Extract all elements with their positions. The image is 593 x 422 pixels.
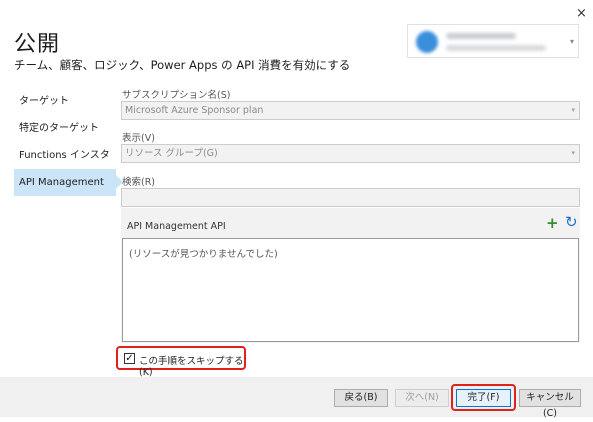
avatar xyxy=(416,31,438,53)
sidebar-item-functions-instance[interactable]: Functions インスタンス xyxy=(14,142,116,188)
account-email-redacted xyxy=(446,45,546,51)
account-name-redacted xyxy=(446,33,516,39)
sidebar-item-target[interactable]: ターゲット xyxy=(14,88,116,115)
view-label: 表示(V) xyxy=(122,133,155,144)
skip-step-checkbox[interactable]: ✓ xyxy=(124,353,135,364)
api-list[interactable]: (リソースが見つかりませんでした) xyxy=(122,238,579,342)
skip-step-highlight: ✓ この手順をスキップする(K) xyxy=(116,346,246,378)
finish-button[interactable]: 完了(F) xyxy=(456,389,511,407)
sidebar-item-api-management[interactable]: API Management xyxy=(14,169,123,196)
add-icon[interactable]: + xyxy=(546,214,559,232)
api-list-empty-text: (リソースが見つかりませんでした) xyxy=(129,249,278,260)
view-dropdown[interactable]: リソース グループ(G) ▾ xyxy=(121,144,580,163)
sidebar-nav: ターゲット 特定のターゲット Functions インスタンス API Mana… xyxy=(14,88,123,196)
subscription-dropdown[interactable]: Microsoft Azure Sponsor plan ▾ xyxy=(121,101,580,120)
next-button[interactable]: 次へ(N) xyxy=(395,389,449,407)
search-label: 検索(R) xyxy=(122,177,156,188)
account-picker[interactable]: ▾ xyxy=(407,24,579,58)
skip-step-label[interactable]: この手順をスキップする(K) xyxy=(139,353,244,378)
chevron-down-icon: ▾ xyxy=(571,149,575,157)
chevron-down-icon: ▾ xyxy=(571,106,575,114)
api-list-title: API Management API xyxy=(127,221,226,232)
sidebar-item-specific-target[interactable]: 特定のターゲット xyxy=(14,115,116,142)
dialog-subtitle: チーム、顧客、ロジック、Power Apps の API 消費を有効にする xyxy=(14,58,351,72)
refresh-icon[interactable]: ↻ xyxy=(565,213,578,231)
back-button[interactable]: 戻る(B) xyxy=(334,389,388,407)
subscription-label: サブスクリプション名(S) xyxy=(122,90,231,101)
search-input[interactable] xyxy=(121,188,580,207)
chevron-down-icon: ▾ xyxy=(569,37,574,46)
view-value: リソース グループ(G) xyxy=(125,148,218,159)
close-icon[interactable]: × xyxy=(576,6,587,21)
subscription-value: Microsoft Azure Sponsor plan xyxy=(125,105,264,116)
cancel-button[interactable]: キャンセル(C) xyxy=(519,389,581,419)
dialog-title: 公開 xyxy=(14,32,61,57)
